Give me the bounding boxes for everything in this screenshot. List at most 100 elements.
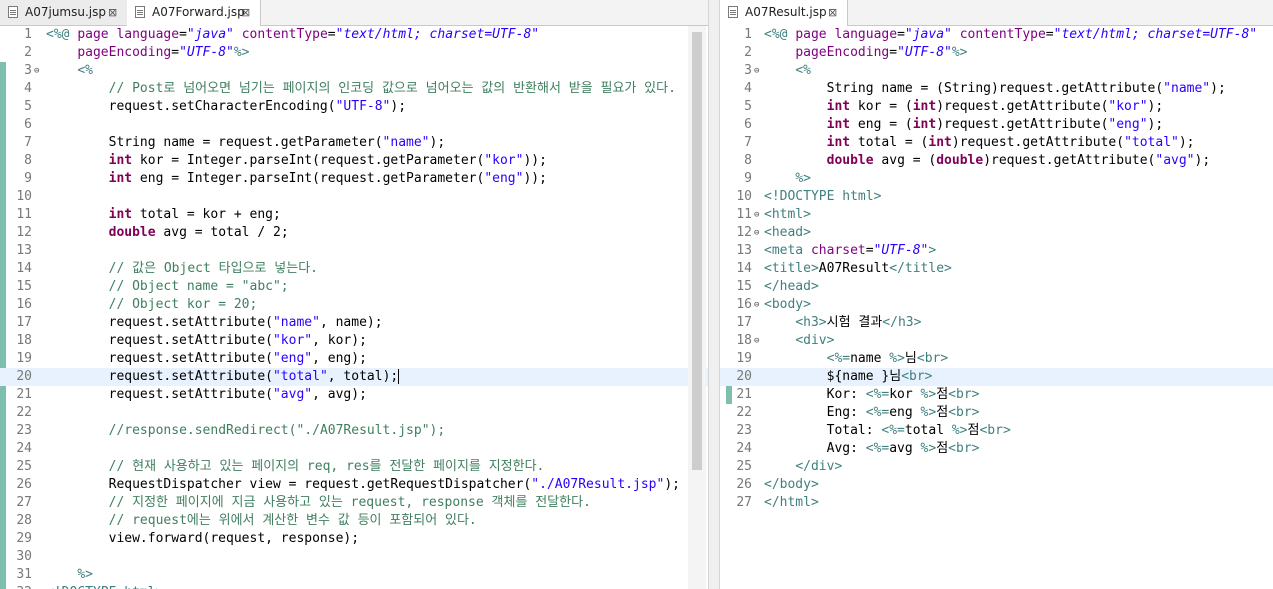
code-line[interactable]: 1 <%@ page language="java" contentType="t… [720,26,1273,44]
code-line[interactable]: 17 request.setAttribute("name", name); [0,314,708,332]
code-line[interactable]: 23 //response.sendRedirect("./A07Result.… [0,422,708,440]
code-token: %> [920,387,937,402]
text-cursor [398,369,400,384]
code-line[interactable]: 20 ${name }님<br> [720,368,1273,386]
code-text: pageEncoding="UTF-8"%> [46,44,249,62]
code-line[interactable]: 22 [0,404,708,422]
code-line[interactable]: 27 </html> [720,494,1273,512]
code-line[interactable]: 14 // 값은 Object 타입으로 넣는다. [0,260,708,278]
tab-close-icon[interactable]: ⊠ [108,0,117,25]
code-line[interactable]: 10 [0,188,708,206]
code-line[interactable]: 14 <title>A07Result</title> [720,260,1273,278]
code-editor-right[interactable]: 1 <%@ page language="java" contentType="t… [720,26,1273,589]
code-line[interactable]: 25 </div> [720,458,1273,476]
code-line[interactable]: 23 Total: <%=total %>점<br> [720,422,1273,440]
fold-toggle-icon[interactable]: ⊖ [754,224,759,242]
code-line[interactable]: 24 [0,440,708,458]
code-text: // 지정한 페이지에 지금 사용하고 있는 request, response… [46,494,591,512]
fold-toggle-icon[interactable]: ⊖ [754,332,759,350]
code-line[interactable]: 21 request.setAttribute("avg", avg); [0,386,708,404]
line-number: 29 [16,531,32,546]
code-line[interactable]: 9 %> [720,170,1273,188]
code-line[interactable]: 25 // 현재 사용하고 있는 페이지의 req, res를 전달한 페이지를… [0,458,708,476]
code-line[interactable]: 5 int kor = (int)request.getAttribute("k… [720,98,1273,116]
code-text: Avg: <%=avg %>점<br> [764,440,980,458]
code-line[interactable]: 17 <h3>시험 결과</h3> [720,314,1273,332]
code-line[interactable]: 22 Eng: <%=eng %>점<br> [720,404,1273,422]
tab-a07result[interactable]: A07Result.jsp ⊠ [720,0,848,26]
tab-a07jumsu[interactable]: A07jumsu.jsp ⊠ [0,0,128,25]
code-line[interactable]: 29 view.forward(request, response); [0,530,708,548]
code-line[interactable]: 5 request.setCharacterEncoding("UTF-8"); [0,98,708,116]
code-line[interactable]: 24 Avg: <%=avg %>점<br> [720,440,1273,458]
code-line[interactable]: 7 int total = (int)request.getAttribute(… [720,134,1273,152]
code-line[interactable]: 2 pageEncoding="UTF-8"%> [0,44,708,62]
code-line[interactable]: 13 [0,242,708,260]
code-token: = [171,45,180,60]
code-line[interactable]: 15 // Object name = "abc"; [0,278,708,296]
code-line[interactable]: 21 Kor: <%=kor %>점<br> [720,386,1273,404]
line-number: 23 [736,423,752,438]
code-line[interactable]: 28 // request에는 위에서 계산한 변수 값 등이 포함되어 있다. [0,512,708,530]
code-line[interactable]: 3 ⊖ <% [720,62,1273,80]
code-line[interactable]: 4 // Post로 넘어오면 넘기는 페이지의 인코딩 값으로 넘어오는 값의… [0,80,708,98]
code-line[interactable]: 9 int eng = Integer.parseInt(request.get… [0,170,708,188]
code-line[interactable]: 6 int eng = (int)request.getAttribute("e… [720,116,1273,134]
code-line[interactable]: 7 String name = request.getParameter("na… [0,134,708,152]
code-text: int total = (int)request.getAttribute("t… [764,134,1195,152]
code-line[interactable]: 18 ⊖ <div> [720,332,1273,350]
scrollbar-thumb[interactable] [692,32,702,470]
vertical-scrollbar[interactable] [688,26,706,589]
fold-toggle-icon[interactable]: ⊖ [754,206,759,224]
code-line[interactable]: 12 double avg = total / 2; [0,224,708,242]
code-line[interactable]: 26 RequestDispatcher view = request.getR… [0,476,708,494]
code-line[interactable]: 20 request.setAttribute("total", total); [0,368,708,386]
code-text: pageEncoding="UTF-8"%> [764,44,967,62]
code-line[interactable]: 11 int total = kor + eng; [0,206,708,224]
pane-splitter[interactable] [708,0,720,589]
code-token: )request.getAttribute( [983,153,1156,168]
code-text: <body> [764,296,811,314]
code-line[interactable]: 31 %> [0,566,708,584]
jsp-file-icon [135,6,145,18]
code-line[interactable]: 19 request.setAttribute("eng", eng); [0,350,708,368]
code-token: // request에는 위에서 계산한 변수 값 등이 포함되어 있다. [108,513,477,528]
code-editor-left[interactable]: 1 <%@ page language="java" contentType="t… [0,26,708,589]
tab-close-icon[interactable]: ⊠ [241,0,250,25]
code-token: ); [390,99,407,114]
code-line[interactable]: 27 // 지정한 페이지에 지금 사용하고 있는 request, respo… [0,494,708,512]
code-line[interactable]: 16 ⊖ <body> [720,296,1273,314]
code-token: "text/html; charset=UTF-8" [1053,27,1258,42]
tab-a07forward[interactable]: A07Forward.jsp ⊠ [127,0,261,26]
code-line[interactable]: 13 <meta charset="UTF-8"> [720,242,1273,260]
code-line[interactable]: 16 // Object kor = 20; [0,296,708,314]
code-line[interactable]: 18 request.setAttribute("kor", kor); [0,332,708,350]
code-line[interactable]: 12 ⊖ <head> [720,224,1273,242]
code-line[interactable]: 11 ⊖ <html> [720,206,1273,224]
code-line[interactable]: 2 pageEncoding="UTF-8"%> [720,44,1273,62]
code-line[interactable]: 30 [0,548,708,566]
code-token: 점 [936,441,949,456]
code-line[interactable]: 8 int kor = Integer.parseInt(request.get… [0,152,708,170]
fold-toggle-icon[interactable]: ⊖ [754,296,759,314]
fold-toggle-icon[interactable]: ⊖ [34,62,39,80]
code-line[interactable]: 19 <%=name %>님<br> [720,350,1273,368]
code-line[interactable]: 8 double avg = (double)request.getAttrib… [720,152,1273,170]
tab-label: A07jumsu.jsp [25,5,106,19]
tab-close-icon[interactable]: ⊠ [828,0,837,25]
code-line[interactable]: 32 <!DOCTYPE html> [0,584,708,589]
line-number: 32 [0,584,32,589]
code-line[interactable]: 3 ⊖ <% [0,62,708,80]
fold-toggle-icon[interactable]: ⊖ [754,62,759,80]
line-number: 20 [16,369,32,384]
code-line[interactable]: 1 <%@ page language="java" contentType="t… [0,26,708,44]
code-token: <br> [901,369,933,384]
code-line[interactable]: 15 </head> [720,278,1273,296]
line-number: 10 [16,189,32,204]
code-line[interactable]: 6 [0,116,708,134]
code-line[interactable]: 10 <!DOCTYPE html> [720,188,1273,206]
code-line[interactable]: 26 </body> [720,476,1273,494]
code-line[interactable]: 4 String name = (String)request.getAttri… [720,80,1273,98]
